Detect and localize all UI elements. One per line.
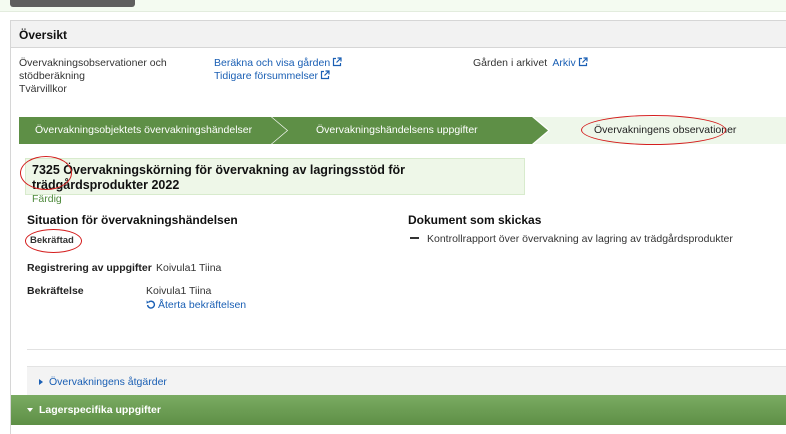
undo-icon: [146, 300, 156, 309]
archive-link[interactable]: Arkiv: [552, 57, 588, 69]
case-title: 7325 Övervakningskörning för övervakning…: [32, 163, 406, 192]
overview-category-observations: Övervakningsobservationer och: [19, 57, 167, 69]
status-badge: Bekräftad: [30, 235, 74, 246]
document-item: Kontrollrapport över övervakning av lagr…: [408, 233, 733, 245]
archive-label: Gården i arkivet: [473, 57, 548, 69]
documents-title: Dokument som skickas: [408, 213, 542, 227]
step-event-details[interactable]: Övervakningshändelsens uppgifter: [272, 117, 548, 144]
previous-neglects-link[interactable]: Tidigare försummelser: [214, 70, 330, 82]
top-strip: [0, 0, 786, 12]
step-breadcrumb: Övervakningsobjektets övervakningshändel…: [19, 117, 786, 144]
external-link-icon: [333, 57, 342, 67]
external-link-icon: [578, 57, 588, 67]
dash-icon: [410, 237, 419, 239]
registration-value: Koivula1 Tiina: [156, 262, 222, 274]
step-observations[interactable]: Övervakningens observationer: [534, 117, 786, 144]
actions-section-label: Övervakningens åtgärder: [49, 376, 167, 388]
actions-section-toggle[interactable]: Övervakningens åtgärder: [27, 366, 786, 398]
storage-section-toggle[interactable]: Lagerspecifika uppgifter: [11, 395, 786, 425]
caret-down-icon: [27, 408, 33, 412]
caret-right-icon: [39, 379, 43, 385]
undo-confirmation-link[interactable]: Återta bekräftelsen: [146, 299, 246, 312]
registration-label: Registrering av uppgifter: [27, 262, 152, 274]
confirmation-value: Koivula1 Tiina: [146, 285, 212, 297]
case-header: 7325 Övervakningskörning för övervakning…: [25, 158, 525, 205]
external-link-icon: [320, 70, 330, 80]
overview-category-cross-compliance: Tvärvillkor: [19, 83, 67, 95]
document-item-label: Kontrollrapport över övervakning av lagr…: [427, 233, 733, 245]
situation-title: Situation för övervakningshändelsen: [27, 213, 238, 227]
overview-title: Översikt: [11, 21, 786, 48]
calculate-farm-link[interactable]: Beräkna och visa gården: [214, 57, 342, 69]
overview-category-aid: stödberäkning: [19, 70, 85, 82]
overview-categories: Övervakningsobservationer och stödberäkn…: [19, 57, 199, 96]
step-monitoring-events[interactable]: Övervakningsobjektets övervakningshändel…: [19, 117, 287, 144]
overview-links: Beräkna och visa gården Tidigare försumm…: [214, 57, 342, 83]
section-divider: [27, 349, 786, 350]
archive-row: Gården i arkivet Arkiv: [473, 57, 588, 70]
confirmation-value-block: Koivula1 Tiina Återta bekräftelsen: [146, 285, 246, 312]
storage-section-label: Lagerspecifika uppgifter: [39, 404, 161, 416]
case-status: Färdig: [32, 193, 62, 205]
overview-panel: Översikt Övervakningsobservationer och s…: [10, 20, 786, 434]
top-tab[interactable]: [10, 0, 135, 7]
confirmation-label: Bekräftelse: [27, 285, 84, 297]
